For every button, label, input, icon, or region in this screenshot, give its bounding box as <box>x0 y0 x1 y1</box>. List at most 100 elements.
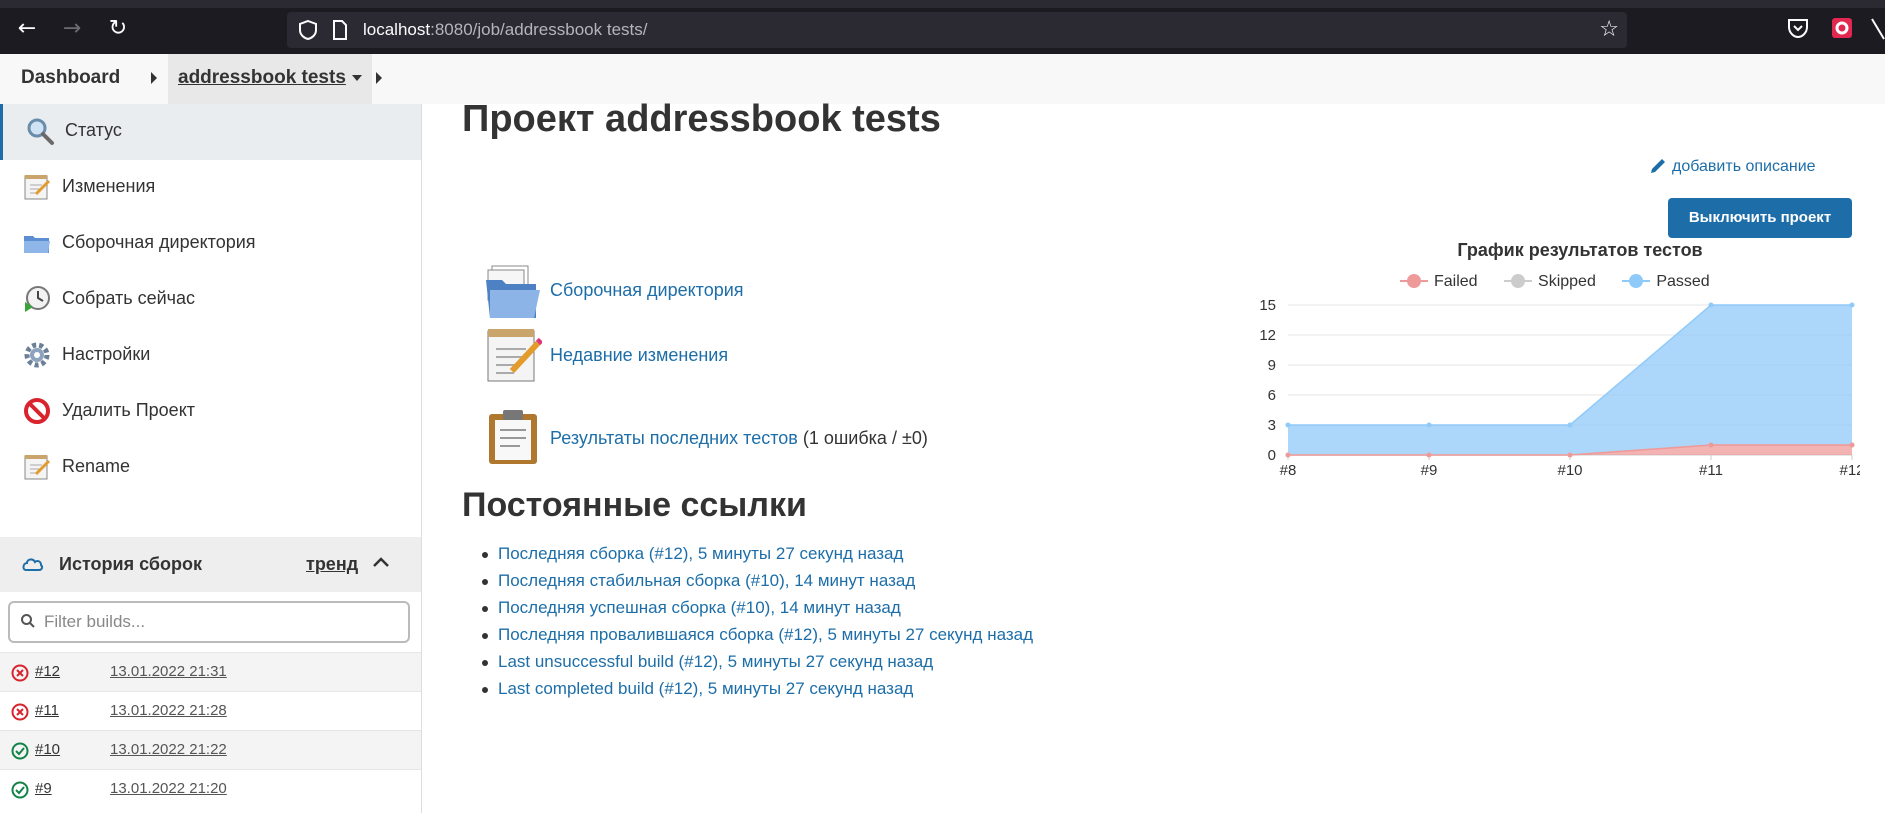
build-row: #12 13.01.2022 21:31 <box>0 652 421 691</box>
chevron-up-icon[interactable] <box>372 555 390 569</box>
y-tick-label: 0 <box>1268 447 1276 464</box>
build-number-link[interactable]: #12 <box>35 663 60 680</box>
y-tick-label: 12 <box>1259 327 1276 344</box>
forward-arrow-icon[interactable]: → <box>57 14 87 44</box>
permalink-last-successful[interactable]: Последняя успешная сборка (#10), 14 мину… <box>498 598 901 617</box>
sidebar-item-label: Изменения <box>62 176 156 196</box>
data-point-passed <box>1426 422 1432 428</box>
y-tick-label: 6 <box>1268 387 1276 404</box>
permalink-last-unsuccessful[interactable]: Last unsuccessful build (#12), 5 минуты … <box>498 652 933 671</box>
build-number-link[interactable]: #11 <box>35 702 59 719</box>
browser-toolbar: ← → ↻ localhost:8080/job/addressbook tes… <box>0 0 1885 54</box>
data-point-failed <box>1285 452 1291 458</box>
disable-project-button[interactable]: Выключить проект <box>1668 198 1852 238</box>
sidebar-item-status[interactable]: Статус <box>0 104 421 160</box>
sidebar-item-label: Rename <box>62 456 131 476</box>
workspace-link[interactable]: Сборочная директория <box>550 280 744 301</box>
data-point-failed <box>1426 452 1432 458</box>
sidebar-item-label: Сборочная директория <box>62 232 256 252</box>
changes-link[interactable]: Недавние изменения <box>550 345 728 366</box>
breadcrumb-dashboard[interactable]: Dashboard <box>21 67 120 89</box>
x-tick-label: #8 <box>1280 462 1297 479</box>
workspace-link-row: Сборочная директория <box>484 262 884 322</box>
sidebar-item-configure[interactable]: Настройки <box>0 328 421 384</box>
legend-label-skipped: Skipped <box>1538 273 1596 290</box>
breadcrumb-separator-icon[interactable] <box>376 72 382 84</box>
trend-link[interactable]: тренд <box>306 554 358 575</box>
bullet-icon <box>482 552 488 558</box>
page-icon <box>333 20 347 40</box>
browser-tab-strip <box>0 0 1885 8</box>
breadcrumb-separator-icon[interactable] <box>151 72 157 84</box>
url-text[interactable]: localhost:8080/job/addressbook tests/ <box>363 20 647 40</box>
data-point-failed <box>1567 452 1573 458</box>
clock-play-icon <box>25 286 50 312</box>
legend-item-passed[interactable]: Passed <box>1622 273 1710 291</box>
test-results-link[interactable]: Результаты последних тестов <box>550 428 798 448</box>
success-status-icon <box>11 781 29 799</box>
y-tick-label: 3 <box>1268 417 1276 434</box>
extension-icon[interactable] <box>1829 15 1855 41</box>
build-history-title: История сборок <box>59 554 202 574</box>
success-status-icon <box>11 742 29 760</box>
filter-builds-field[interactable] <box>8 601 410 643</box>
permalink-item: Last unsuccessful build (#12), 5 минуты … <box>482 652 1033 679</box>
legend-item-skipped[interactable]: Skipped <box>1504 273 1596 291</box>
cloud-icon <box>22 558 44 571</box>
build-date-link[interactable]: 13.01.2022 21:28 <box>110 702 227 719</box>
test-results-summary: (1 ошибка / ±0) <box>797 428 928 448</box>
build-date-link[interactable]: 13.01.2022 21:22 <box>110 741 227 758</box>
back-arrow-icon[interactable]: ← <box>12 14 42 44</box>
x-tick-label: #9 <box>1421 462 1438 479</box>
bookmark-star-icon[interactable]: ☆ <box>1599 17 1619 42</box>
data-point-passed <box>1285 422 1291 428</box>
permalink-item: Последняя провалившаяся сборка (#12), 5 … <box>482 625 1033 652</box>
legend-swatch-failed <box>1400 274 1428 288</box>
permalink-last-completed[interactable]: Last completed build (#12), 5 минуты 27 … <box>498 679 913 698</box>
sidebar-item-build-now[interactable]: Собрать сейчас <box>0 272 421 328</box>
build-date-link[interactable]: 13.01.2022 21:31 <box>110 663 227 680</box>
chart-legend: Failed Skipped Passed <box>1400 273 1732 291</box>
sidebar: Статус Изменения Сборочная директория Со… <box>0 104 422 813</box>
build-number-link[interactable]: #10 <box>35 741 60 758</box>
legend-swatch-passed <box>1622 274 1651 288</box>
clipboard-icon <box>489 410 537 464</box>
permalink-item: Последняя успешная сборка (#10), 14 мину… <box>482 598 1033 625</box>
reload-icon[interactable]: ↻ <box>103 14 133 44</box>
caret-down-icon[interactable] <box>351 74 362 81</box>
data-point-failed <box>1708 442 1714 448</box>
x-tick-label: #11 <box>1699 462 1723 479</box>
sidebar-item-label: Собрать сейчас <box>62 288 196 308</box>
url-path: :8080/job/addressbook tests/ <box>430 20 648 39</box>
no-entry-icon <box>24 398 50 424</box>
pencil-icon <box>1651 159 1665 173</box>
breadcrumb-current-job[interactable]: addressbook tests <box>168 54 372 104</box>
sidebar-item-changes[interactable]: Изменения <box>0 160 421 216</box>
sidebar-item-label: Удалить Проект <box>62 400 196 420</box>
legend-item-failed[interactable]: Failed <box>1400 273 1478 291</box>
permalink-last-failed[interactable]: Последняя провалившаяся сборка (#12), 5 … <box>498 625 1033 644</box>
shield-icon[interactable] <box>297 19 319 41</box>
series-area-passed <box>1288 305 1852 455</box>
address-bar[interactable]: localhost:8080/job/addressbook tests/ ☆ <box>287 12 1627 48</box>
filter-builds-input[interactable] <box>44 609 394 635</box>
pocket-icon[interactable] <box>1785 15 1811 41</box>
build-number-link[interactable]: #9 <box>35 780 52 797</box>
add-description-link[interactable]: добавить описание <box>1651 158 1816 176</box>
sidebar-item-rename[interactable]: Rename <box>0 440 421 496</box>
chart-title: График результатов тестов <box>1457 240 1703 260</box>
data-point-passed <box>1708 302 1714 308</box>
permalink-last-stable[interactable]: Последняя стабильная сборка (#10), 14 ми… <box>498 571 915 590</box>
sidebar-item-delete-project[interactable]: Удалить Проект <box>0 384 421 440</box>
permalink-last-build[interactable]: Последняя сборка (#12), 5 минуты 27 секу… <box>498 544 903 563</box>
data-point-failed <box>1849 442 1855 448</box>
y-tick-label: 15 <box>1259 297 1276 314</box>
build-row: #9 13.01.2022 21:20 <box>0 769 421 808</box>
sidebar-item-workspace[interactable]: Сборочная директория <box>0 216 421 272</box>
overflow-menu-icon[interactable] <box>1870 15 1885 41</box>
data-point-passed <box>1567 422 1573 428</box>
permalink-item: Последняя сборка (#12), 5 минуты 27 секу… <box>482 544 1033 571</box>
build-date-link[interactable]: 13.01.2022 21:20 <box>110 780 227 797</box>
legend-swatch-skipped <box>1504 274 1533 288</box>
data-point-passed <box>1849 302 1855 308</box>
